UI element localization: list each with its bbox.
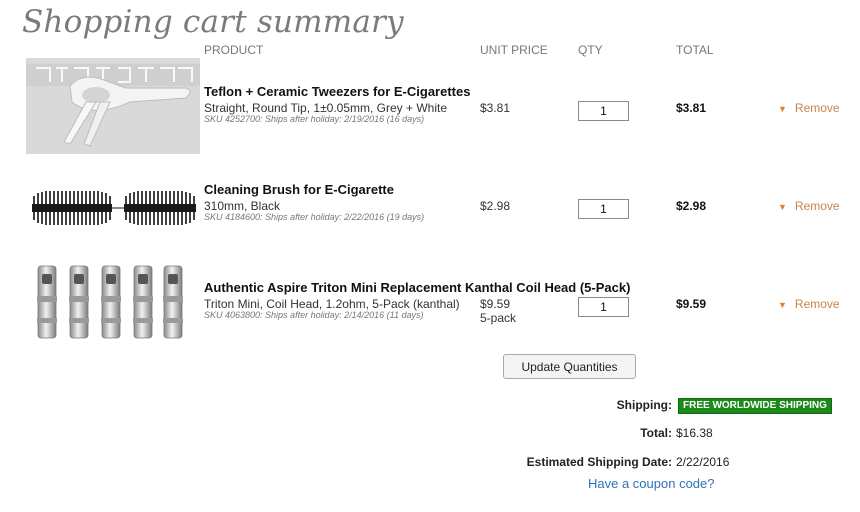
tweezers-image	[26, 58, 200, 154]
shipping-label: Shipping:	[616, 398, 672, 412]
remove-label: Remove	[794, 297, 840, 311]
total-label: Total:	[640, 426, 672, 440]
remove-label: Remove	[794, 101, 840, 115]
product-description: 310mm, Black	[204, 199, 281, 213]
line-total: $9.59	[676, 297, 707, 311]
remove-label: Remove	[794, 199, 840, 213]
unit-price-value: $2.98	[480, 199, 511, 213]
estimated-shipping-date: 2/22/2016	[676, 455, 730, 469]
total-value: $16.38	[676, 426, 713, 440]
triangle-down-icon: ▼	[778, 202, 787, 212]
unit-price: $9.59 5-pack	[480, 297, 516, 325]
remove-link[interactable]: ▼ Remove	[778, 101, 840, 115]
line-total: $2.98	[676, 199, 707, 213]
product-name[interactable]: Authentic Aspire Triton Mini Replacement…	[204, 280, 630, 295]
product-sku: SKU 4063800: Ships after holiday: 2/14/2…	[204, 310, 424, 320]
unit-price: $2.98	[480, 199, 510, 213]
product-sku: SKU 4184600: Ships after holiday: 2/22/2…	[204, 212, 425, 222]
free-shipping-badge: FREE WORLDWIDE SHIPPING	[678, 398, 832, 414]
quantity-input[interactable]	[578, 101, 629, 121]
unit-price: $3.81	[480, 101, 510, 115]
column-header-total: TOTAL	[676, 43, 714, 57]
unit-price-value: $3.81	[480, 101, 511, 115]
product-description: Triton Mini, Coil Head, 1.2ohm, 5-Pack (…	[204, 297, 460, 311]
unit-price-value: $9.59	[480, 297, 511, 311]
remove-link[interactable]: ▼ Remove	[778, 297, 840, 311]
estimated-shipping-label: Estimated Shipping Date:	[526, 455, 672, 469]
column-header-qty: QTY	[578, 43, 603, 57]
update-quantities-button[interactable]: Update Quantities	[503, 354, 636, 379]
product-name[interactable]: Teflon + Ceramic Tweezers for E-Cigarett…	[204, 84, 470, 99]
quantity-input[interactable]	[578, 199, 629, 219]
product-name[interactable]: Cleaning Brush for E-Cigarette	[204, 182, 394, 197]
cleaning-brush-image	[26, 156, 200, 252]
triangle-down-icon: ▼	[778, 104, 787, 114]
remove-link[interactable]: ▼ Remove	[778, 199, 840, 213]
page-title: Shopping cart summary	[22, 4, 404, 40]
quantity-input[interactable]	[578, 297, 629, 317]
column-header-product: PRODUCT	[204, 43, 264, 57]
coil-heads-image	[26, 254, 200, 350]
cart-item-row: Authentic Aspire Triton Mini Replacement…	[0, 254, 860, 350]
unit-price-note: 5-pack	[480, 311, 517, 325]
product-description: Straight, Round Tip, 1±0.05mm, Grey + Wh…	[204, 101, 448, 115]
line-total: $3.81	[676, 101, 707, 115]
cart-item-row: Teflon + Ceramic Tweezers for E-Cigarett…	[0, 58, 860, 154]
cart-item-row: Cleaning Brush for E-Cigarette 310mm, Bl…	[0, 156, 860, 252]
coupon-code-link[interactable]: Have a coupon code?	[588, 476, 714, 491]
column-header-unit-price: UNIT PRICE	[480, 43, 548, 57]
product-sku: SKU 4252700: Ships after holiday: 2/19/2…	[204, 114, 425, 124]
triangle-down-icon: ▼	[778, 300, 787, 310]
